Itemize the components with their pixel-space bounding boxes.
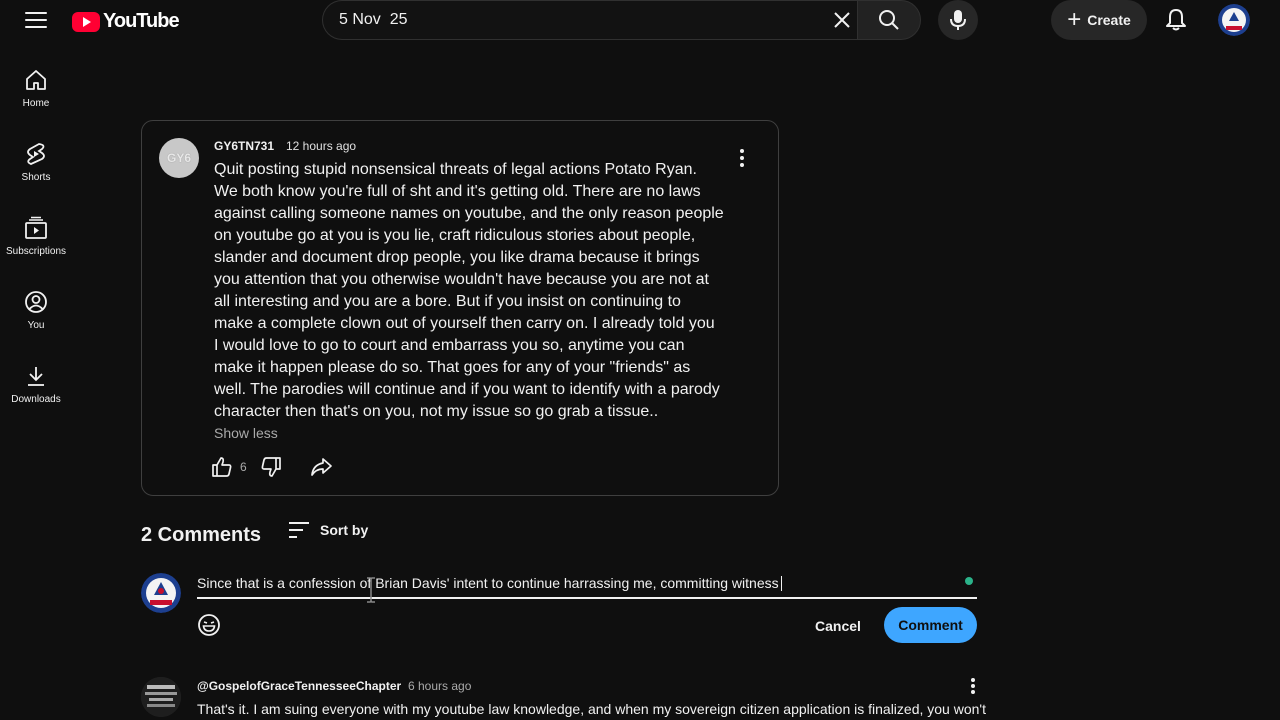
download-icon [28,367,44,386]
sidebar-item-label: Downloads [11,394,61,405]
search-button[interactable] [857,0,921,40]
top-bar: YouTube + Create [0,0,1280,40]
cancel-button[interactable]: Cancel [805,609,871,643]
create-button[interactable]: + Create [1051,0,1147,40]
comment-text: That's it. I am suing everyone with my y… [197,701,986,717]
sidebar-item-label: Shorts [21,172,51,183]
share-button[interactable] [309,455,333,484]
logo-text: YouTube [103,10,180,32]
dislike-button[interactable] [259,455,283,484]
create-label: Create [1087,12,1131,28]
sort-icon [289,522,309,538]
sort-by-button[interactable]: Sort by [288,521,368,539]
comments-count: 2 Comments [141,524,262,546]
search-input[interactable] [339,11,819,29]
comment-author-name[interactable]: @GospelofGraceTennesseeChapter [197,679,401,693]
comment-more-actions-icon[interactable] [963,676,983,696]
sort-by-label: Sort by [320,522,369,538]
youtube-play-icon [72,11,100,32]
emoji-button[interactable] [197,613,221,637]
voice-search-button[interactable] [938,0,978,40]
account-avatar[interactable] [1218,4,1250,36]
notifications-button[interactable] [1158,2,1194,38]
sidebar-item-subscriptions[interactable]: Subscriptions [4,204,68,274]
comment-submit-button[interactable]: Comment [884,607,977,643]
youtube-logo[interactable]: YouTube [72,10,180,33]
plus-icon: + [1067,6,1082,33]
comment-timestamp[interactable]: 6 hours ago [408,679,471,693]
menu-icon[interactable] [22,8,50,32]
sidebar-item-label: Home [22,98,50,109]
user-avatar [141,573,181,613]
thumbs-down-icon [261,457,281,477]
like-button[interactable]: 6 [210,455,247,479]
show-less-link[interactable]: Show less [214,425,278,441]
emoji-icon [198,614,220,636]
comment-author-avatar[interactable] [141,677,181,717]
home-icon [26,70,46,90]
subscriptions-icon [25,216,47,239]
post-body-text: Quit posting stupid nonsensical threats … [214,161,724,420]
clear-search-icon[interactable] [830,8,854,32]
search-box [322,0,857,40]
like-count: 6 [240,460,247,474]
comment-draft-text: Since that is a confession of Brian Davi… [197,575,779,591]
post-author-name[interactable]: GY6TN731 [214,139,274,153]
post-more-actions-icon[interactable] [732,147,752,169]
microphone-icon [950,10,966,30]
share-icon [311,458,332,476]
sidebar-item-label: You [27,320,45,331]
account-icon [25,291,47,313]
bell-icon [1166,9,1186,31]
text-caret [780,576,782,591]
search-icon [879,10,899,30]
community-post-card: GY6 GY6TN731 12 hours ago Quit posting s… [141,120,779,496]
text-cursor-icon [366,577,376,603]
sidebar-item-downloads[interactable]: Downloads [4,352,68,422]
shorts-icon [27,143,45,165]
comment-input[interactable]: Since that is a confession of Brian Davi… [197,572,977,599]
thumbs-up-icon [212,457,232,477]
sidebar-item-home[interactable]: Home [4,56,68,126]
sidebar-item-you[interactable]: You [4,278,68,348]
status-dot [965,577,973,585]
post-author-avatar[interactable]: GY6 [159,138,199,178]
sidebar-item-label: Subscriptions [5,246,67,257]
post-timestamp[interactable]: 12 hours ago [286,139,356,153]
sidebar-item-shorts[interactable]: Shorts [4,130,68,200]
